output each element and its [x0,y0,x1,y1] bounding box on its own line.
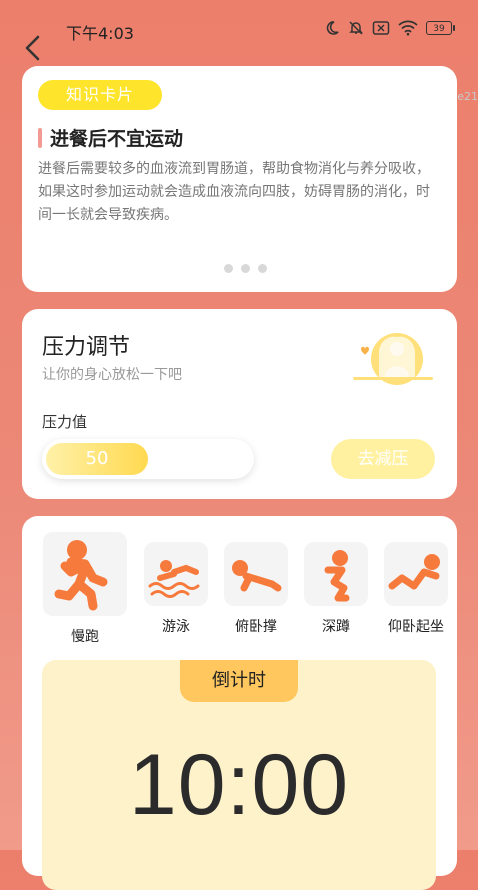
chevron-left-icon [25,35,40,61]
battery-icon: 39 [426,21,455,35]
exercise-item-situp[interactable]: 仰卧起坐 [384,532,448,636]
status-bar: 下午4:03 39 [0,0,478,58]
no-sim-icon [372,21,390,35]
exercise-label: 慢跑 [71,629,99,645]
moon-icon [326,21,339,35]
pressure-card: 压力调节 让你的身心放松一下吧 压力值 50 去减压 [22,309,457,499]
exercise-tile [224,542,288,606]
knowledge-body: 进餐后需要较多的血液流到胃肠道，帮助食物消化与养分吸收，如果这时参加运动就会造成… [38,161,430,223]
exercise-tile [43,532,127,616]
exercise-card: 慢跑 游泳 俯卧撑 深蹲 仰卧起坐 倒计时 10:00 [22,516,457,890]
exercise-label: 仰卧起坐 [388,619,444,635]
back-button[interactable] [22,34,46,62]
pressure-value: 50 [85,448,109,469]
title-accent-bar [38,128,42,148]
exercise-list[interactable]: 慢跑 游泳 俯卧撑 深蹲 仰卧起坐 [42,532,457,652]
bell-muted-icon [349,21,363,35]
situp-icon [388,554,440,590]
squat-icon [324,550,350,602]
countdown-time: 10:00 [128,737,350,833]
swimming-icon [148,560,200,598]
pressure-subtitle: 让你的身心放松一下吧 [42,367,182,383]
exercise-item-swimming[interactable]: 游泳 [144,532,208,636]
pager-dot[interactable] [258,264,267,273]
knowledge-title: 进餐后不宜运动 [50,128,184,150]
exercise-item-squat[interactable]: 深蹲 [304,532,368,636]
exercise-label: 俯卧撑 [235,619,277,635]
exercise-item-jogging[interactable]: 慢跑 [42,532,128,646]
exercise-label: 游泳 [162,619,190,635]
wifi-icon [398,20,418,36]
pressure-label: 压力值 [42,413,88,431]
countdown-panel: 倒计时 10:00 [42,660,436,890]
running-icon [54,540,108,611]
status-icons: 39 [324,20,455,36]
pager-dot[interactable] [224,264,233,273]
meditation-illustration-icon [353,333,433,385]
knowledge-card[interactable]: 知识卡片 进餐后不宜运动 进餐后需要较多的血液流到胃肠道，帮助食物消化与养分吸收… [22,66,457,292]
countdown-label: 倒计时 [180,660,298,702]
status-time: 下午4:03 [66,24,134,43]
exercise-tile [144,542,208,606]
exercise-label: 深蹲 [322,619,350,635]
exercise-tile [384,542,448,606]
pressure-title: 压力调节 [42,335,131,360]
pager-dots [224,264,267,273]
exercise-tile [304,542,368,606]
exercise-item-pushup[interactable]: 俯卧撑 [224,532,288,636]
watermark: e21 [457,90,478,103]
reduce-pressure-button[interactable]: 去减压 [331,439,435,479]
pressure-slider[interactable]: 50 [42,439,254,479]
knowledge-badge: 知识卡片 [38,80,162,110]
pager-dot[interactable] [241,264,250,273]
pushup-icon [232,560,282,592]
